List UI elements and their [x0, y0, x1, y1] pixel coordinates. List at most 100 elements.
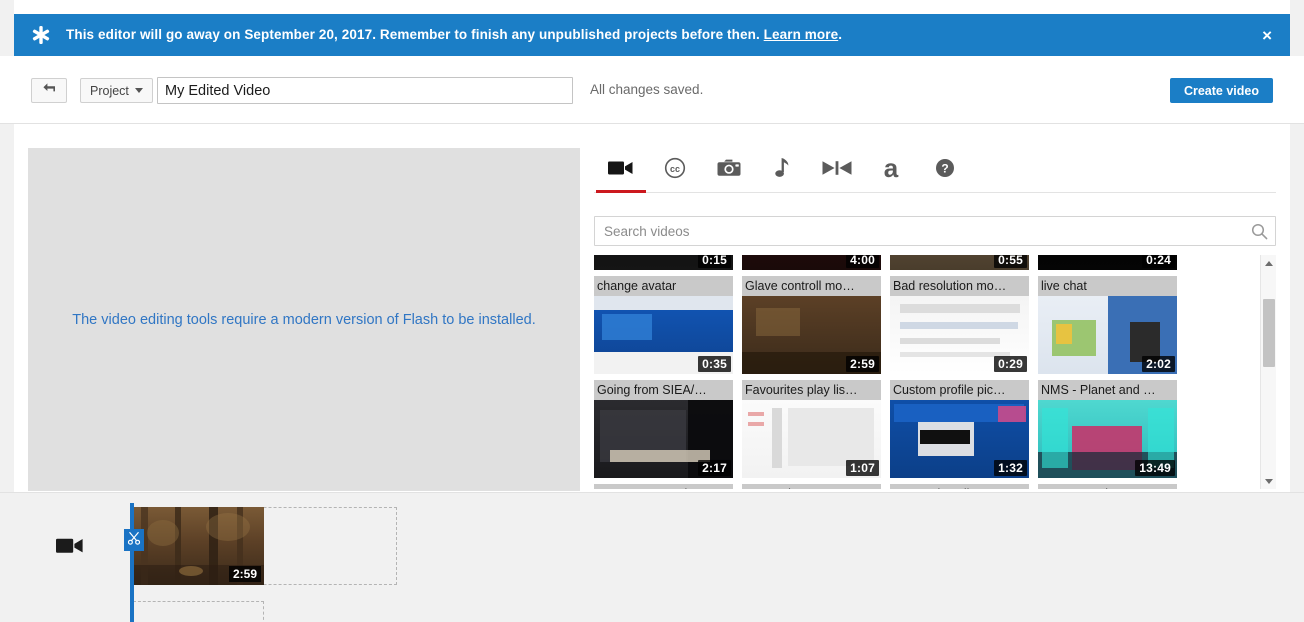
video-result-title: Bad resolution mo… [890, 276, 1029, 296]
video-result-duration: 4:00 [846, 255, 879, 268]
project-title-input[interactable] [157, 77, 573, 104]
banner-message: This editor will go away on September 20… [66, 14, 842, 56]
svg-text:?: ? [941, 162, 948, 176]
video-result-thumbnail[interactable]: 2:59 [742, 296, 881, 374]
video-grid-scrollbar[interactable] [1260, 255, 1276, 489]
search-icon[interactable] [1248, 221, 1270, 241]
photo-camera-icon [717, 159, 741, 178]
video-result-title: Favourites play lis… [742, 380, 881, 400]
video-results-grid: 0:15 4:00 0:55 0:24 change avatar 0:35 Gla… [594, 255, 1276, 489]
create-video-button[interactable]: Create video [1169, 78, 1273, 103]
learn-more-link[interactable]: Learn more [764, 27, 839, 42]
video-result-item[interactable]: Going from SIEA/… 2:17 [594, 380, 742, 484]
scrollbar-thumb[interactable] [1263, 299, 1275, 367]
video-result-item[interactable]: Custom profile pic… 1:32 [890, 380, 1038, 484]
video-result-duration: 1:32 [994, 460, 1027, 476]
video-result-thumbnail[interactable]: 13:49 [1038, 400, 1177, 478]
video-result-title: Star Trek Online_2… [890, 484, 1029, 489]
video-preview-pane: The video editing tools require a modern… [28, 148, 580, 491]
media-tab-row: cc a ? [594, 144, 1276, 193]
tab-creative-commons[interactable]: cc [648, 145, 702, 192]
video-result-duration: 2:17 [698, 460, 731, 476]
video-result-item[interactable]: NMS - Planet and … 13:49 [1038, 380, 1186, 484]
video-result-title: PS4 Power Cycle … [594, 484, 733, 489]
flash-required-message: The video editing tools require a modern… [72, 311, 536, 328]
tab-help[interactable]: ? [918, 145, 972, 192]
timeline-clip[interactable]: 2:59 [133, 507, 264, 585]
asterisk-star-icon [28, 22, 54, 48]
music-note-icon [774, 157, 792, 179]
video-result-thumbnail[interactable]: 0:29 [890, 296, 1029, 374]
back-button[interactable] [31, 78, 67, 103]
video-result-item[interactable]: change avatar 0:35 [594, 276, 742, 380]
timeline-clip-duration: 2:59 [228, 566, 261, 582]
scissors-icon [127, 531, 141, 550]
video-result-title: NMS - Planet and … [1038, 380, 1177, 400]
timeline-tracks: 2:59 [28, 493, 1304, 622]
scroll-up-arrow-icon[interactable] [1261, 255, 1276, 271]
video-result-duration: 0:35 [698, 356, 731, 372]
banner-message-text: This editor will go away on September 20… [66, 27, 760, 42]
video-result-thumbnail[interactable]: 2:02 [1038, 296, 1177, 374]
tab-audio[interactable] [756, 145, 810, 192]
video-result-thumbnail[interactable]: 1:32 [890, 400, 1029, 478]
timeline-panel: 2:59 [0, 492, 1304, 622]
transition-bowtie-icon [822, 160, 852, 176]
video-camera-icon [608, 159, 634, 177]
video-result-title: Going from SIEA/… [594, 380, 733, 400]
banner-message-period: . [838, 27, 843, 42]
svg-text:cc: cc [670, 164, 680, 174]
video-result-thumbnail[interactable]: 0:15 [594, 255, 733, 270]
video-result-title: Custom profile pic… [890, 380, 1029, 400]
video-result-duration: 1:07 [846, 460, 879, 476]
video-grid-list: 0:15 4:00 0:55 0:24 change avatar 0:35 Gla… [594, 255, 1258, 489]
tab-videos[interactable] [594, 145, 648, 193]
close-icon[interactable]: × [1260, 23, 1274, 48]
tab-transitions[interactable] [810, 145, 864, 192]
video-result-thumbnail[interactable]: 0:55 [890, 255, 1029, 270]
question-mark-icon: ? [935, 158, 955, 178]
timeline-playhead[interactable] [130, 503, 134, 622]
scroll-down-arrow-icon[interactable] [1261, 473, 1276, 489]
video-result-item[interactable]: 0:15 [594, 255, 742, 276]
video-result-duration: 0:55 [994, 255, 1027, 268]
video-result-duration: 0:15 [698, 255, 731, 268]
video-result-item[interactable]: Favourites play lis… 1:07 [742, 380, 890, 484]
video-result-title: change avatar [594, 276, 733, 296]
notification-banner: This editor will go away on September 20… [14, 14, 1290, 56]
video-result-thumbnail[interactable]: 1:07 [742, 400, 881, 478]
video-result-thumbnail[interactable]: 4:00 [742, 255, 881, 270]
video-result-duration: 13:49 [1135, 460, 1175, 476]
project-menu-label: Project [90, 83, 129, 98]
search-bar [594, 216, 1276, 246]
search-input[interactable] [594, 216, 1276, 246]
video-editor-app: This editor will go away on September 20… [0, 0, 1304, 622]
video-result-item[interactable]: 0:24 [1038, 255, 1186, 276]
video-result-item[interactable]: Bad resolution mo… 0:29 [890, 276, 1038, 380]
back-arrow-icon [41, 81, 57, 100]
video-camera-icon [56, 536, 84, 560]
video-result-thumbnail[interactable]: 0:35 [594, 296, 733, 374]
text-a-icon: a [883, 153, 899, 183]
video-result-thumbnail[interactable]: 0:24 [1038, 255, 1177, 270]
video-result-duration: 2:02 [1142, 356, 1175, 372]
video-result-item[interactable]: Star Trek Online_2… [890, 484, 1038, 489]
video-result-item[interactable]: External USB HDD… [742, 484, 890, 489]
media-library-panel: cc a ? Search videos 0:15 4:00 0:55 0:24… [594, 144, 1276, 496]
video-result-item[interactable]: Glave controll mo… 2:59 [742, 276, 890, 380]
video-result-item[interactable]: live chat 2:02 [1038, 276, 1186, 380]
tab-photos[interactable] [702, 145, 756, 192]
video-result-item[interactable]: 4:00 [742, 255, 890, 276]
save-status-text: All changes saved. [590, 82, 704, 97]
project-menu-button[interactable]: Project [80, 78, 153, 103]
video-grid-viewport: 0:15 4:00 0:55 0:24 change avatar 0:35 Gla… [594, 255, 1258, 489]
playhead-scissors-handle[interactable] [124, 529, 144, 551]
video-result-thumbnail[interactable]: 2:17 [594, 400, 733, 478]
video-result-title: External USB HDD… [742, 484, 881, 489]
video-result-item[interactable]: 0:55 [890, 255, 1038, 276]
video-result-title: Glave controll mo… [742, 276, 881, 296]
video-result-item[interactable]: PS4 Power Cycle … [594, 484, 742, 489]
timeline-dropzone-secondary[interactable] [133, 601, 264, 622]
video-result-item[interactable]: No Man's Sky - sa… [1038, 484, 1186, 489]
tab-titles[interactable]: a [864, 145, 918, 192]
